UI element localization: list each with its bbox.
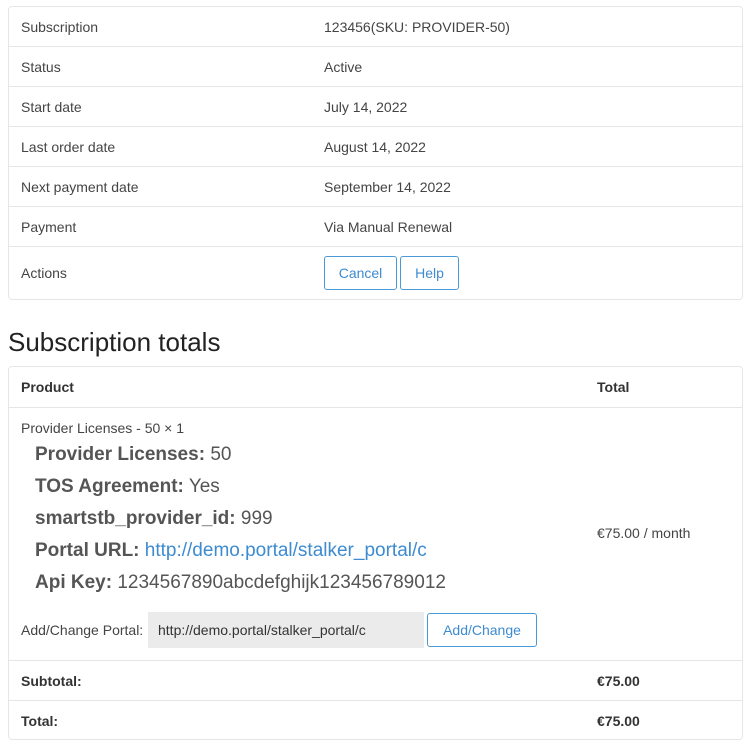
meta-value: 1234567890abcdefghijk123456789012 xyxy=(117,572,446,593)
add-change-button[interactable]: Add/Change xyxy=(427,613,537,647)
subscription-totals-table: Product Total Provider Licenses - 50 × 1… xyxy=(8,366,743,740)
subscription-totals-heading: Subscription totals xyxy=(8,327,221,357)
next-payment-date-value: September 14, 2022 xyxy=(324,179,451,195)
subscription-row: Subscription 123456(SKU: PROVIDER-50) xyxy=(9,7,742,47)
meta-key: Provider Licenses: xyxy=(35,444,206,465)
meta-key: TOS Agreement: xyxy=(35,476,184,497)
total-row: Total: €75.00 xyxy=(9,701,742,739)
meta-key: smartstb_provider_id: xyxy=(35,508,236,529)
status-label: Status xyxy=(21,59,61,75)
payment-value: Via Manual Renewal xyxy=(324,219,453,235)
help-button[interactable]: Help xyxy=(400,256,459,290)
next-payment-date-label: Next payment date xyxy=(21,179,139,195)
product-column-header: Product xyxy=(21,379,74,395)
last-order-date-label: Last order date xyxy=(21,139,116,155)
line-item-name: Provider Licenses - 50 × 1 xyxy=(21,420,185,436)
total-column-header: Total xyxy=(597,379,630,395)
payment-label: Payment xyxy=(21,219,77,235)
line-item-total: €75.00 / month xyxy=(597,525,691,541)
last-order-date-row: Last order date August 14, 2022 xyxy=(9,127,742,167)
portal-url-link[interactable]: http://demo.portal/stalker_portal/c xyxy=(145,540,427,561)
line-item-row: Provider Licenses - 50 × 1 Provider Lice… xyxy=(9,408,742,661)
subtotal-row: Subtotal: €75.00 xyxy=(9,661,742,701)
subscription-label: Subscription xyxy=(21,19,99,35)
start-date-label: Start date xyxy=(21,99,82,115)
payment-row: Payment Via Manual Renewal xyxy=(9,207,742,247)
actions-row: Actions Cancel Help xyxy=(9,247,742,299)
meta-key: Api Key: xyxy=(35,572,113,593)
cancel-button[interactable]: Cancel xyxy=(324,256,397,290)
start-date-value: July 14, 2022 xyxy=(324,99,408,115)
next-payment-date-row: Next payment date September 14, 2022 xyxy=(9,167,742,207)
subtotal-value: €75.00 xyxy=(597,673,640,689)
portal-url-input[interactable] xyxy=(148,612,424,648)
last-order-date-value: August 14, 2022 xyxy=(324,139,426,155)
add-change-portal-label: Add/Change Portal: xyxy=(21,622,144,638)
meta-value: 999 xyxy=(240,508,273,529)
start-date-row: Start date July 14, 2022 xyxy=(9,87,742,127)
status-value: Active xyxy=(324,59,363,75)
actions-label: Actions xyxy=(21,265,67,281)
meta-value: 50 xyxy=(210,444,232,465)
total-value: €75.00 xyxy=(597,713,640,729)
meta-tos-agreement: TOS Agreement: Yes xyxy=(35,476,220,498)
totals-header-row: Product Total xyxy=(9,367,742,408)
meta-api-key: Api Key: 1234567890abcdefghijk1234567890… xyxy=(35,572,446,594)
meta-provider-licenses: Provider Licenses: 50 xyxy=(35,444,231,466)
meta-provider-id: smartstb_provider_id: 999 xyxy=(35,508,273,530)
meta-portal-url: Portal URL: http://demo.portal/stalker_p… xyxy=(35,540,427,562)
total-label: Total: xyxy=(21,713,59,729)
subscription-value: 123456(SKU: PROVIDER-50) xyxy=(324,19,510,35)
meta-key: Portal URL: xyxy=(35,540,140,561)
meta-value: Yes xyxy=(188,476,220,497)
status-row: Status Active xyxy=(9,47,742,87)
subtotal-label: Subtotal: xyxy=(21,673,82,689)
subscription-details-table: Subscription 123456(SKU: PROVIDER-50) St… xyxy=(8,6,743,300)
